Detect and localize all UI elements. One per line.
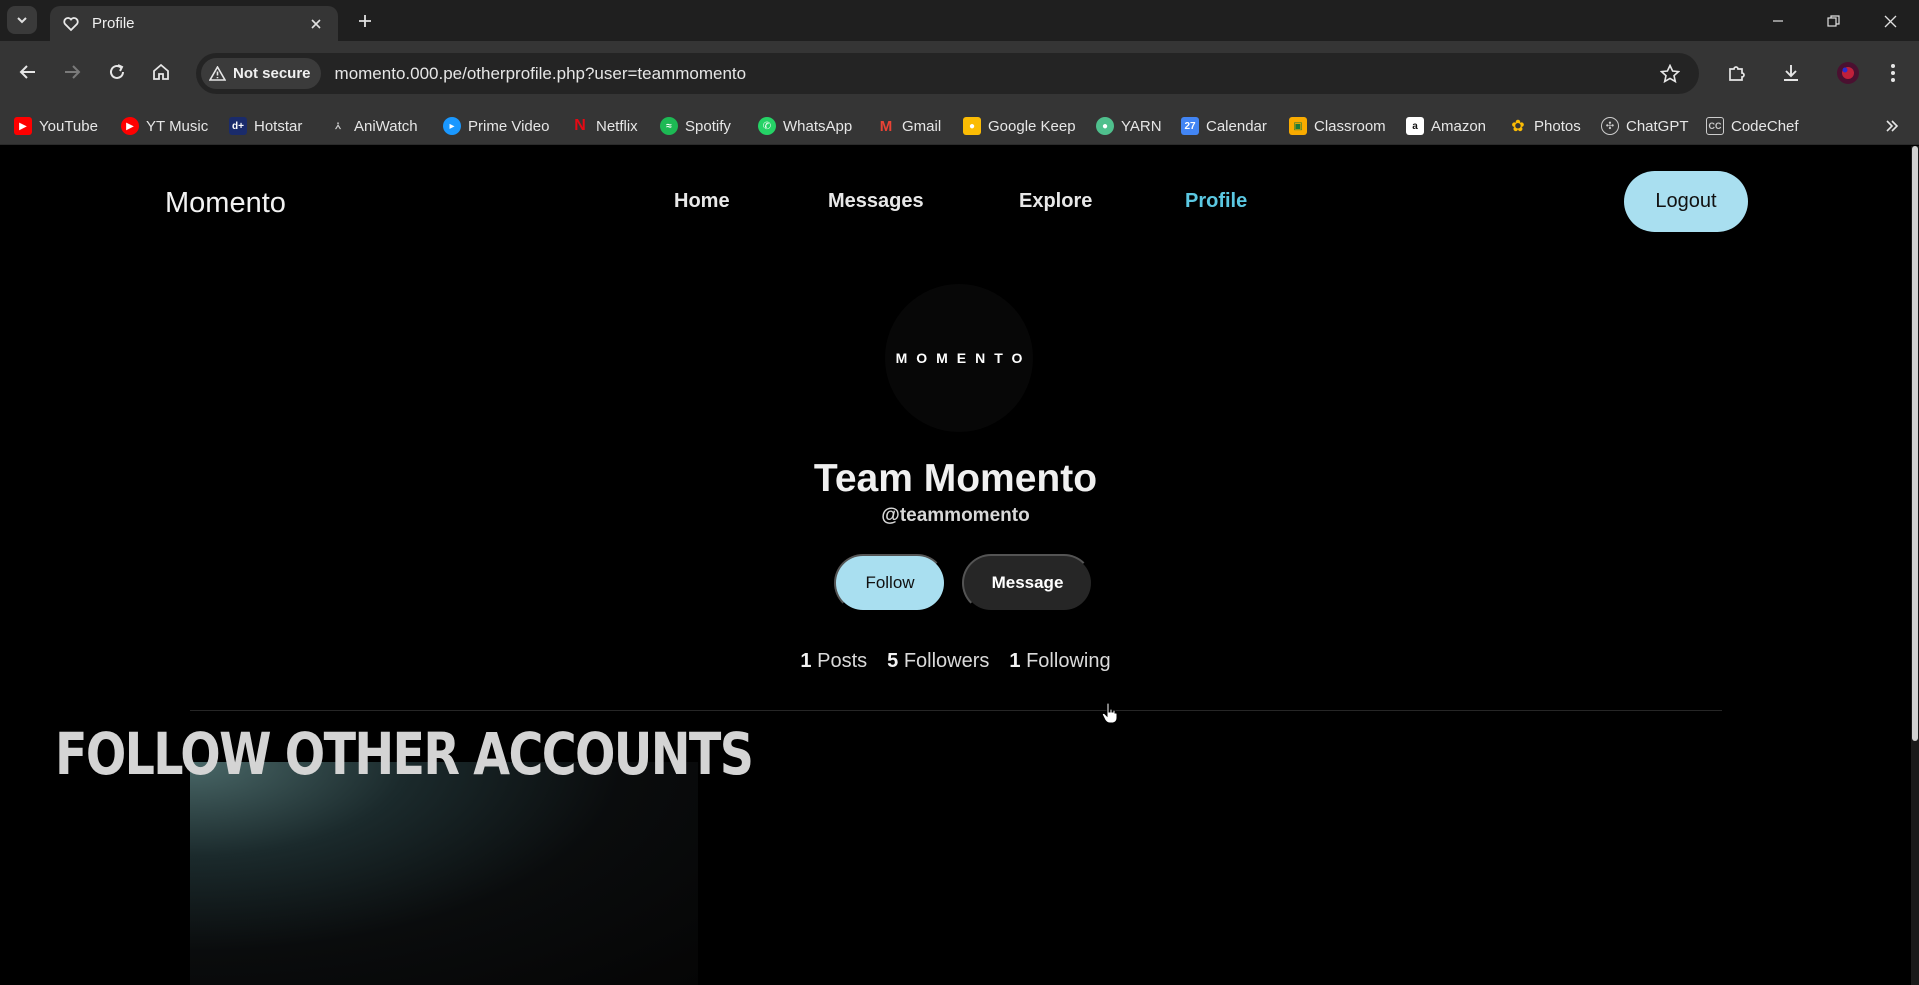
active-tab[interactable]: Profile <box>50 6 338 41</box>
security-label: Not secure <box>233 65 311 82</box>
bookmark-aniwatch[interactable]: ⩑ AniWatch <box>329 107 418 145</box>
bookmark-prime-video[interactable]: ▸ Prime Video <box>443 107 549 145</box>
bookmark-photos[interactable]: ✿ Photos <box>1509 107 1580 145</box>
yt-music-icon: ▶ <box>121 117 139 135</box>
message-button[interactable]: Message <box>962 554 1093 612</box>
close-window-button[interactable] <box>1872 8 1908 34</box>
yarn-icon: ● <box>1096 117 1114 135</box>
bookmarks-bar: ▶ YouTube ▶ YT Music d+ Hotstar ⩑ AniWatch ▸… <box>0 107 1919 145</box>
restore-icon <box>1826 14 1840 27</box>
arrow-right-icon <box>65 65 81 79</box>
security-chip[interactable]: Not secure <box>201 58 321 89</box>
page-scrollbar[interactable] <box>1911 146 1919 985</box>
url-text[interactable]: momento.000.pe/otherprofile.php?user=tea… <box>335 64 1655 84</box>
codechef-icon: CC <box>1706 117 1724 135</box>
section-divider <box>190 710 1722 711</box>
nav-profile[interactable]: Profile <box>1185 190 1247 213</box>
bookmark-whatsapp[interactable]: ✆ WhatsApp <box>758 107 852 145</box>
followers-count: 5 <box>887 650 899 672</box>
gmail-icon: M <box>879 117 893 135</box>
nav-messages[interactable]: Messages <box>828 190 924 213</box>
profile-handle: @teammomento <box>881 505 1030 526</box>
whatsapp-icon: ✆ <box>758 117 776 135</box>
close-icon <box>1884 15 1896 27</box>
minimize-button[interactable] <box>1760 8 1796 34</box>
bookmark-netflix[interactable]: N Netflix <box>571 107 637 145</box>
youtube-icon: ▶ <box>14 117 32 135</box>
site-logo[interactable]: Momento <box>165 187 286 220</box>
home-icon <box>153 63 169 80</box>
bookmark-star-icon[interactable] <box>1655 59 1685 89</box>
posts-label: Posts <box>817 650 868 672</box>
browser-toolbar: Not secure momento.000.pe/otherprofile.p… <box>0 41 1919 107</box>
bookmark-classroom[interactable]: ▣ Classroom <box>1289 107 1386 145</box>
tab-title: Profile <box>92 15 135 32</box>
logout-button[interactable]: Logout <box>1624 171 1748 232</box>
chevron-down-icon <box>17 17 27 24</box>
post-thumbnail[interactable] <box>190 762 698 985</box>
reload-icon <box>110 64 124 79</box>
nav-explore[interactable]: Explore <box>1019 190 1092 213</box>
home-button[interactable] <box>146 57 176 87</box>
bookmark-google-keep[interactable]: ● Google Keep <box>963 107 1076 145</box>
profile-display-name: Team Momento <box>813 457 1098 500</box>
warning-icon <box>209 66 226 81</box>
chatgpt-icon: ✣ <box>1601 117 1619 135</box>
close-tab-icon[interactable] <box>306 14 326 34</box>
following-label: Following <box>1026 650 1111 672</box>
download-icon[interactable] <box>1776 58 1806 88</box>
extensions-icon[interactable] <box>1722 58 1752 88</box>
minimize-icon <box>1773 20 1783 22</box>
netflix-icon: N <box>574 117 586 134</box>
followers-stat[interactable]: 5 Followers <box>887 650 989 673</box>
bookmark-hotstar[interactable]: d+ Hotstar <box>229 107 302 145</box>
bookmark-yarn[interactable]: ● YARN <box>1096 107 1162 145</box>
bookmark-spotify[interactable]: ≈ Spotify <box>660 107 731 145</box>
hotstar-icon: d+ <box>229 117 247 135</box>
prime-video-icon: ▸ <box>443 117 461 135</box>
bookmark-calendar[interactable]: 27 Calendar <box>1181 107 1267 145</box>
spotify-icon: ≈ <box>660 117 678 135</box>
photos-icon: ✿ <box>1511 118 1525 135</box>
arrow-left-icon <box>19 65 35 79</box>
more-bookmarks-icon[interactable] <box>1881 115 1903 137</box>
forward-button[interactable] <box>57 57 87 87</box>
posts-count: 1 <box>800 650 812 672</box>
hand-cursor-icon <box>1101 702 1118 724</box>
following-count: 1 <box>1009 650 1021 672</box>
aniwatch-icon: ⩑ <box>334 120 342 132</box>
video-caption-overlay: FOLLOW OTHER ACCOUNTS <box>55 720 754 788</box>
restore-button[interactable] <box>1815 8 1851 34</box>
amazon-icon: a <box>1406 117 1424 135</box>
followers-label: Followers <box>903 650 990 672</box>
profile-stats: 1 Posts 5 Followers 1 Following <box>0 650 1911 673</box>
bookmark-youtube[interactable]: ▶ YouTube <box>14 107 98 145</box>
page-viewport: Momento Home Messages Explore Profile Lo… <box>0 146 1911 985</box>
profile-avatar-icon[interactable] <box>1833 58 1863 88</box>
bookmark-amazon[interactable]: a Amazon <box>1406 107 1486 145</box>
calendar-icon: 27 <box>1181 117 1199 135</box>
heart-icon <box>62 15 80 33</box>
follow-button[interactable]: Follow <box>834 554 946 612</box>
kebab-menu-icon[interactable] <box>1878 58 1908 88</box>
following-stat[interactable]: 1 Following <box>1009 650 1110 673</box>
tab-strip: Profile <box>0 0 1919 41</box>
address-bar[interactable]: Not secure momento.000.pe/otherprofile.p… <box>196 53 1699 94</box>
reload-button[interactable] <box>102 57 132 87</box>
bookmark-yt-music[interactable]: ▶ YT Music <box>121 107 208 145</box>
scrollbar-thumb[interactable] <box>1912 146 1918 741</box>
plus-icon <box>359 15 371 27</box>
avatar-logo-text: MOMENTO <box>895 350 1032 366</box>
back-button[interactable] <box>13 57 43 87</box>
nav-home[interactable]: Home <box>674 190 730 213</box>
posts-stat[interactable]: 1 Posts <box>800 650 867 673</box>
google-keep-icon: ● <box>963 117 981 135</box>
tab-search-button[interactable] <box>7 6 37 34</box>
bookmark-chatgpt[interactable]: ✣ ChatGPT <box>1601 107 1689 145</box>
classroom-icon: ▣ <box>1289 117 1307 135</box>
new-tab-button[interactable] <box>352 8 378 34</box>
profile-avatar: MOMENTO <box>885 284 1033 432</box>
bookmark-codechef[interactable]: CC CodeChef <box>1706 107 1799 145</box>
bookmark-gmail[interactable]: M Gmail <box>877 107 941 145</box>
